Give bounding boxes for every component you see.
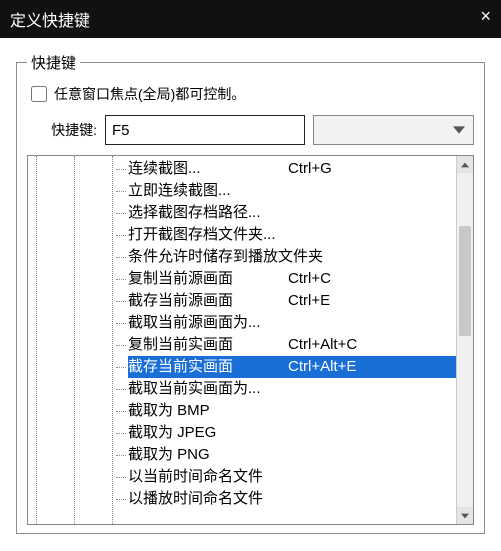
tree-item[interactable]: 条件允许时储存到播放文件夹 [128,246,473,268]
chevron-up-icon [461,161,469,169]
global-focus-label: 任意窗口焦点(全局)都可控制。 [54,84,245,104]
tree-item[interactable]: 连续截图... Ctrl+G [128,158,473,180]
scroll-up-button[interactable] [457,156,473,173]
global-focus-checkbox[interactable] [31,86,47,102]
tree-item-label: 复制当前实画面 [128,334,278,356]
title-bar: 定义快捷键 × [0,0,501,38]
tree-item-shortcut: Ctrl+C [288,268,331,290]
tree-item[interactable]: 截取为 JPEG [128,422,473,444]
tree-item[interactable]: 立即连续截图... [128,180,473,202]
shortcut-group: 快捷键 任意窗口焦点(全局)都可控制。 快捷键: 连续截图... Ctrl+G 立即… [16,52,485,534]
scroll-thumb[interactable] [459,226,471,336]
group-legend: 快捷键 [27,52,80,73]
tree-item[interactable]: 截取当前实画面为... [128,378,473,400]
tree-item-label: 截取为 PNG [128,444,278,466]
shortcut-key-label: 快捷键: [27,120,97,140]
chevron-down-icon [461,512,469,520]
tree-item[interactable]: 截取为 BMP [128,400,473,422]
tree-item[interactable]: 打开截图存档文件夹... [128,224,473,246]
scroll-down-button[interactable] [457,507,473,524]
tree-item-label: 截取当前实画面为... [128,378,278,400]
global-focus-row: 任意窗口焦点(全局)都可控制。 [27,83,474,105]
tree-item[interactable]: 复制当前实画面 Ctrl+Alt+C [128,334,473,356]
tree-item-label: 截取为 BMP [128,400,278,422]
vertical-scrollbar[interactable] [456,156,473,524]
tree-item-label: 以播放时间命名文件 [128,488,278,510]
tree-item-label: 复制当前源画面 [128,268,278,290]
tree-item-label: 立即连续截图... [128,180,278,202]
client-area: 快捷键 任意窗口焦点(全局)都可控制。 快捷键: 连续截图... Ctrl+G 立即… [0,38,501,534]
tree-item-label: 截取为 JPEG [128,422,278,444]
category-dropdown[interactable] [313,115,474,145]
tree-item-label: 以当前时间命名文件 [128,466,278,488]
window-title: 定义快捷键 [10,7,90,31]
tree-item-label: 条件允许时储存到播放文件夹 [128,246,323,268]
tree-item-shortcut: Ctrl+Alt+C [288,334,357,356]
tree-item-label: 截存当前实画面 [128,356,278,378]
shortcut-key-input[interactable] [105,115,305,145]
tree-item-label: 打开截图存档文件夹... [128,224,278,246]
shortcut-key-row: 快捷键: [27,115,474,145]
tree-item[interactable]: 复制当前源画面 Ctrl+C [128,268,473,290]
close-icon[interactable]: × [480,6,491,27]
tree-item-shortcut: Ctrl+Alt+E [288,356,356,378]
action-tree[interactable]: 连续截图... Ctrl+G 立即连续截图...选择截图存档路径...打开截图存档文… [27,155,474,525]
tree-item[interactable]: 截存当前实画面 Ctrl+Alt+E [128,356,473,378]
tree-item[interactable]: 选择截图存档路径... [128,202,473,224]
tree-item-label: 截存当前源画面 [128,290,278,312]
tree-item[interactable]: 以播放时间命名文件 [128,488,473,510]
tree-item[interactable]: 截取为 PNG [128,444,473,466]
tree-item-label: 截取当前源画面为... [128,312,278,334]
tree-item[interactable]: 以当前时间命名文件 [128,466,473,488]
tree-item[interactable]: 截存当前源画面 Ctrl+E [128,290,473,312]
chevron-down-icon [453,124,465,136]
tree-item-shortcut: Ctrl+E [288,290,330,312]
tree-item-shortcut: Ctrl+G [288,158,332,180]
tree-item[interactable]: 截取当前源画面为... [128,312,473,334]
tree-item-label: 选择截图存档路径... [128,202,278,224]
tree-item-label: 连续截图... [128,158,278,180]
tree-list: 连续截图... Ctrl+G 立即连续截图...选择截图存档路径...打开截图存档文… [32,158,473,510]
